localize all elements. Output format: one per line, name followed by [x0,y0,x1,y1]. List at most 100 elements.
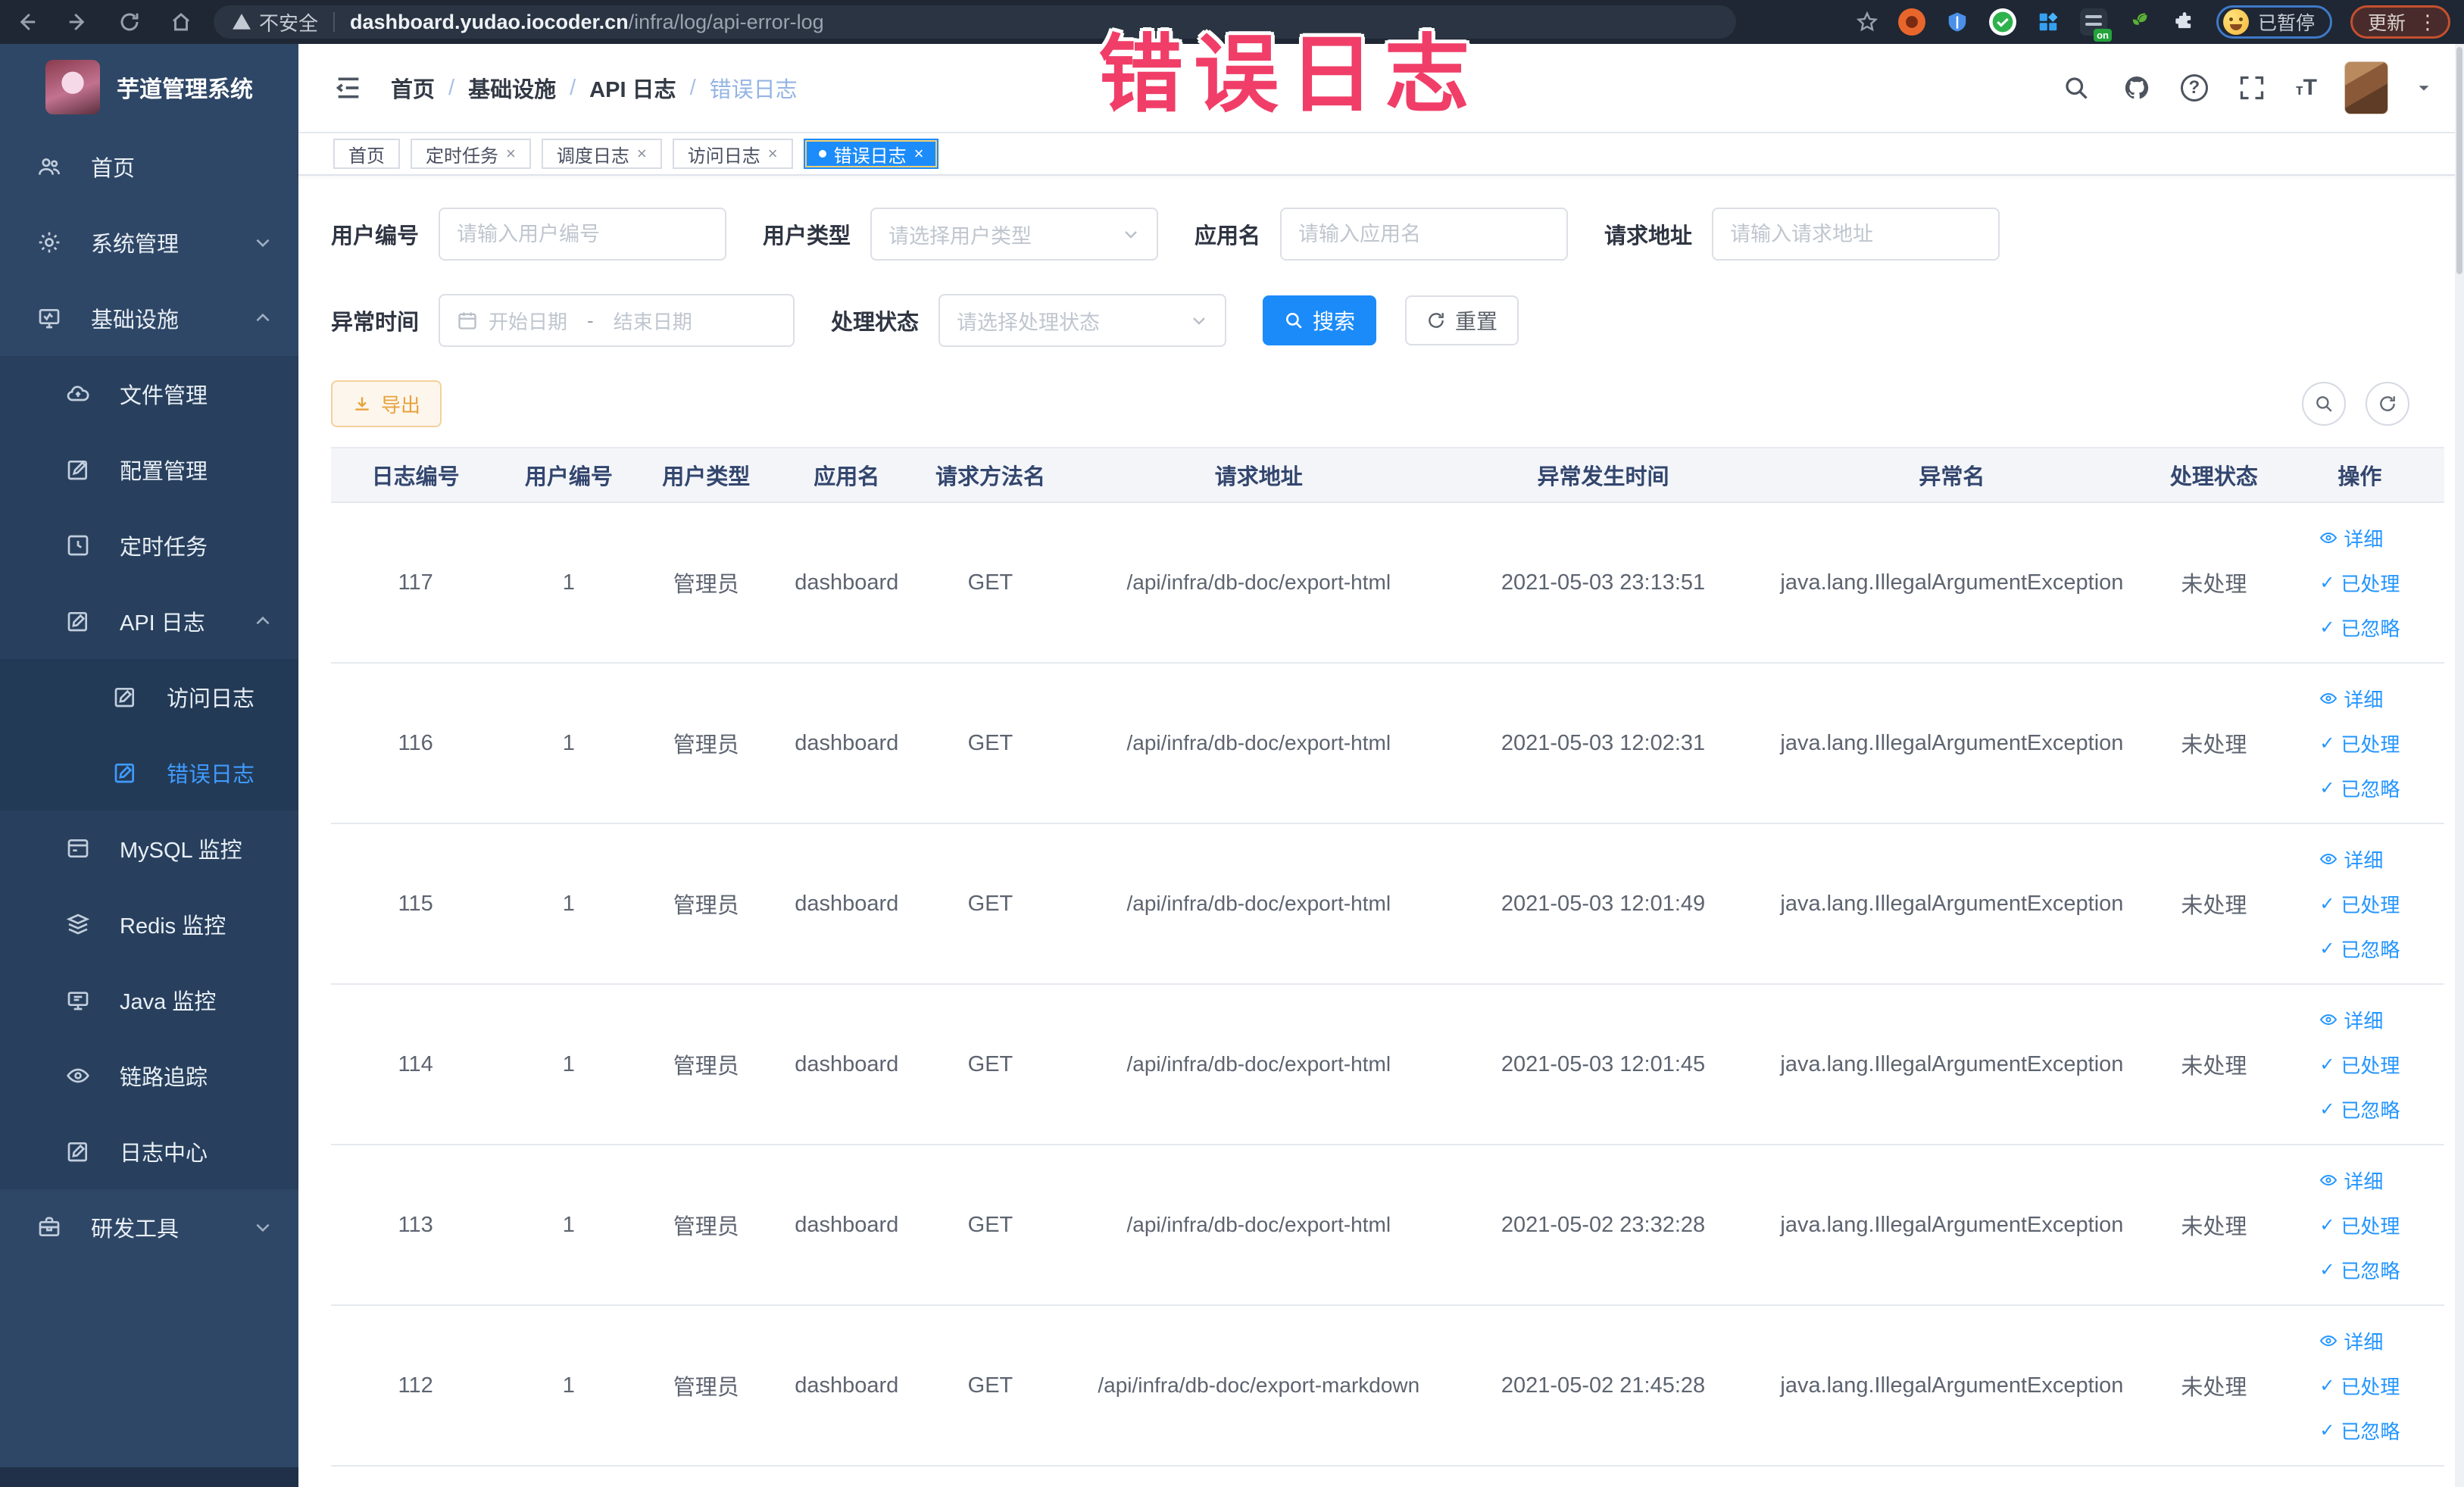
table-row: 117 1 管理员 dashboard GET /api/infra/db-do… [331,502,2444,664]
sidebar-item-label: 定时任务 [120,536,208,560]
sidebar-item-redis-monitor[interactable]: Redis 监控 [0,886,298,962]
sidebar-item-label: Java 监控 [120,990,217,1014]
reset-button[interactable]: 重置 [1405,295,1519,345]
sidebar-item-error-log[interactable]: 错误日志 [0,735,298,811]
mark-processed-link[interactable]: ✓ 已处理 [2319,569,2400,597]
extension-green-icon[interactable] [1988,8,2016,36]
breadcrumb-infrastructure[interactable]: 基础设施 [468,72,556,104]
extension-shield-icon[interactable] [1944,8,1971,36]
extension-orange-icon[interactable] [1897,8,1925,36]
github-icon[interactable] [2120,71,2153,105]
exception-time-range-picker[interactable]: 开始日期 - 结束日期 [439,294,795,347]
sidebar-item-label: 错误日志 [167,763,255,787]
cell-user-type: 管理员 [637,1305,775,1467]
fullscreen-icon[interactable] [2235,71,2269,105]
sidebar-fold-icon[interactable] [333,73,364,103]
cell-method: GET [918,502,1063,664]
cell-time: 2021-05-03 12:02:31 [1455,663,1751,824]
process-status-select[interactable]: 请选择处理状态 [938,294,1227,347]
home-icon[interactable] [168,9,194,35]
user-menu-caret-icon[interactable] [2416,80,2432,96]
sidebar-item-config-management[interactable]: 配置管理 [0,432,298,508]
cell-exception: java.lang.IllegalArgumentException [1750,1305,2153,1467]
font-size-icon[interactable]: тT [2296,75,2317,101]
mark-processed-link[interactable]: ✓ 已处理 [2319,1211,2400,1239]
close-icon[interactable]: × [768,144,778,164]
detail-link[interactable]: 详细 [2319,1167,2383,1195]
close-icon[interactable]: × [637,144,647,164]
mark-processed-link[interactable]: ✓ 已处理 [2319,729,2400,758]
cell-user-type: 管理员 [637,663,775,824]
detail-link[interactable]: 详细 [2319,524,2383,552]
sidebar-item-dev-tools[interactable]: 研发工具 [0,1189,298,1265]
close-icon[interactable]: × [914,144,924,164]
cell-user-type: 管理员 [637,1145,775,1306]
address-bar[interactable]: 不安全 dashboard.yudao.iocoder.cn/infra/log… [214,5,1736,39]
sidebar-item-tracing[interactable]: 链路追踪 [0,1038,298,1114]
breadcrumb-home[interactable]: 首页 [391,72,435,104]
tag-access-log[interactable]: 访问日志 × [672,139,793,169]
sidebar-item-home[interactable]: 首页 [0,129,298,205]
user-type-select[interactable]: 请选择用户类型 [870,208,1159,261]
breadcrumb-current: 错误日志 [709,78,798,102]
detail-link[interactable]: 详细 [2319,1327,2383,1355]
table-row: 115 1 管理员 dashboard GET /api/infra/db-do… [331,823,2444,985]
tag-error-log[interactable]: 错误日志 × [803,139,939,169]
close-icon[interactable]: × [506,144,516,164]
detail-link[interactable]: 详细 [2319,685,2383,713]
mark-processed-link[interactable]: ✓ 已处理 [2319,1051,2400,1079]
col-request-url: 请求地址 [1062,447,1456,503]
browser-profile-chip[interactable]: 已暂停 [2216,5,2332,39]
log-edit-icon [64,609,92,633]
refresh-table-button[interactable] [2366,382,2409,426]
mark-ignored-link[interactable]: ✓ 已忽略 [2319,1256,2400,1284]
detail-link[interactable]: 详细 [2319,845,2383,873]
browser-update-button[interactable]: 更新 ⋮ [2350,5,2450,39]
back-icon[interactable] [14,9,39,35]
sidebar-item-infrastructure[interactable]: 基础设施 [0,280,298,356]
cell-log-id: 113 [331,1145,501,1306]
sidebar-item-file-management[interactable]: 文件管理 [0,356,298,432]
app-name-input[interactable] [1298,222,1551,246]
detail-link[interactable]: 详细 [2319,1006,2383,1034]
forward-icon[interactable] [65,9,91,35]
mark-ignored-link[interactable]: ✓ 已忽略 [2319,614,2400,642]
help-icon[interactable]: ? [2180,74,2208,102]
mark-processed-link[interactable]: ✓ 已处理 [2319,890,2400,918]
export-button[interactable]: 导出 [331,380,442,427]
mark-processed-link[interactable]: ✓ 已处理 [2319,1372,2400,1400]
user-avatar[interactable] [2344,61,2388,114]
page-scrollbar[interactable] [2455,44,2464,1487]
extension-switch-icon[interactable]: on [2079,8,2112,42]
sidebar-item-access-log[interactable]: 访问日志 [0,659,298,735]
tag-scheduled-jobs[interactable]: 定时任务 × [411,139,531,169]
browser-menu-icon[interactable]: ⋮ [2418,12,2437,32]
reload-icon[interactable] [117,9,142,35]
security-warning-icon[interactable]: 不安全 [232,8,318,36]
sidebar-item-system[interactable]: 系统管理 [0,205,298,280]
tag-home[interactable]: 首页 [333,139,400,169]
user-id-input[interactable] [457,222,709,246]
mark-ignored-link[interactable]: ✓ 已忽略 [2319,774,2400,802]
extension-plant-icon[interactable] [2125,8,2153,36]
mark-ignored-link[interactable]: ✓ 已忽略 [2319,935,2400,963]
sidebar-item-mysql-monitor[interactable]: MySQL 监控 [0,811,298,886]
toggle-search-button[interactable] [2302,382,2346,426]
scrollbar-thumb[interactable] [2456,47,2462,274]
bookmark-star-icon[interactable] [1854,9,1880,35]
extension-grid-icon[interactable] [2035,8,2062,36]
extensions-puzzle-icon[interactable] [2171,8,2198,36]
app-logo-row[interactable]: 芋道管理系统 [0,44,298,129]
mark-ignored-link[interactable]: ✓ 已忽略 [2319,1095,2400,1123]
search-button[interactable]: 搜索 [1263,295,1377,345]
breadcrumb-api-log[interactable]: API 日志 [589,72,676,104]
cell-exception: java.lang.IllegalArgumentException [1750,823,2153,985]
search-icon[interactable] [2060,71,2093,105]
sidebar-item-scheduled-jobs[interactable]: 定时任务 [0,508,298,583]
request-url-input[interactable] [1730,222,1982,246]
sidebar-item-log-center[interactable]: 日志中心 [0,1114,298,1189]
tag-schedule-log[interactable]: 调度日志 × [541,139,662,169]
sidebar-item-api-log[interactable]: API 日志 [0,583,298,659]
sidebar-item-java-monitor[interactable]: Java 监控 [0,962,298,1038]
mark-ignored-link[interactable]: ✓ 已忽略 [2319,1417,2400,1445]
